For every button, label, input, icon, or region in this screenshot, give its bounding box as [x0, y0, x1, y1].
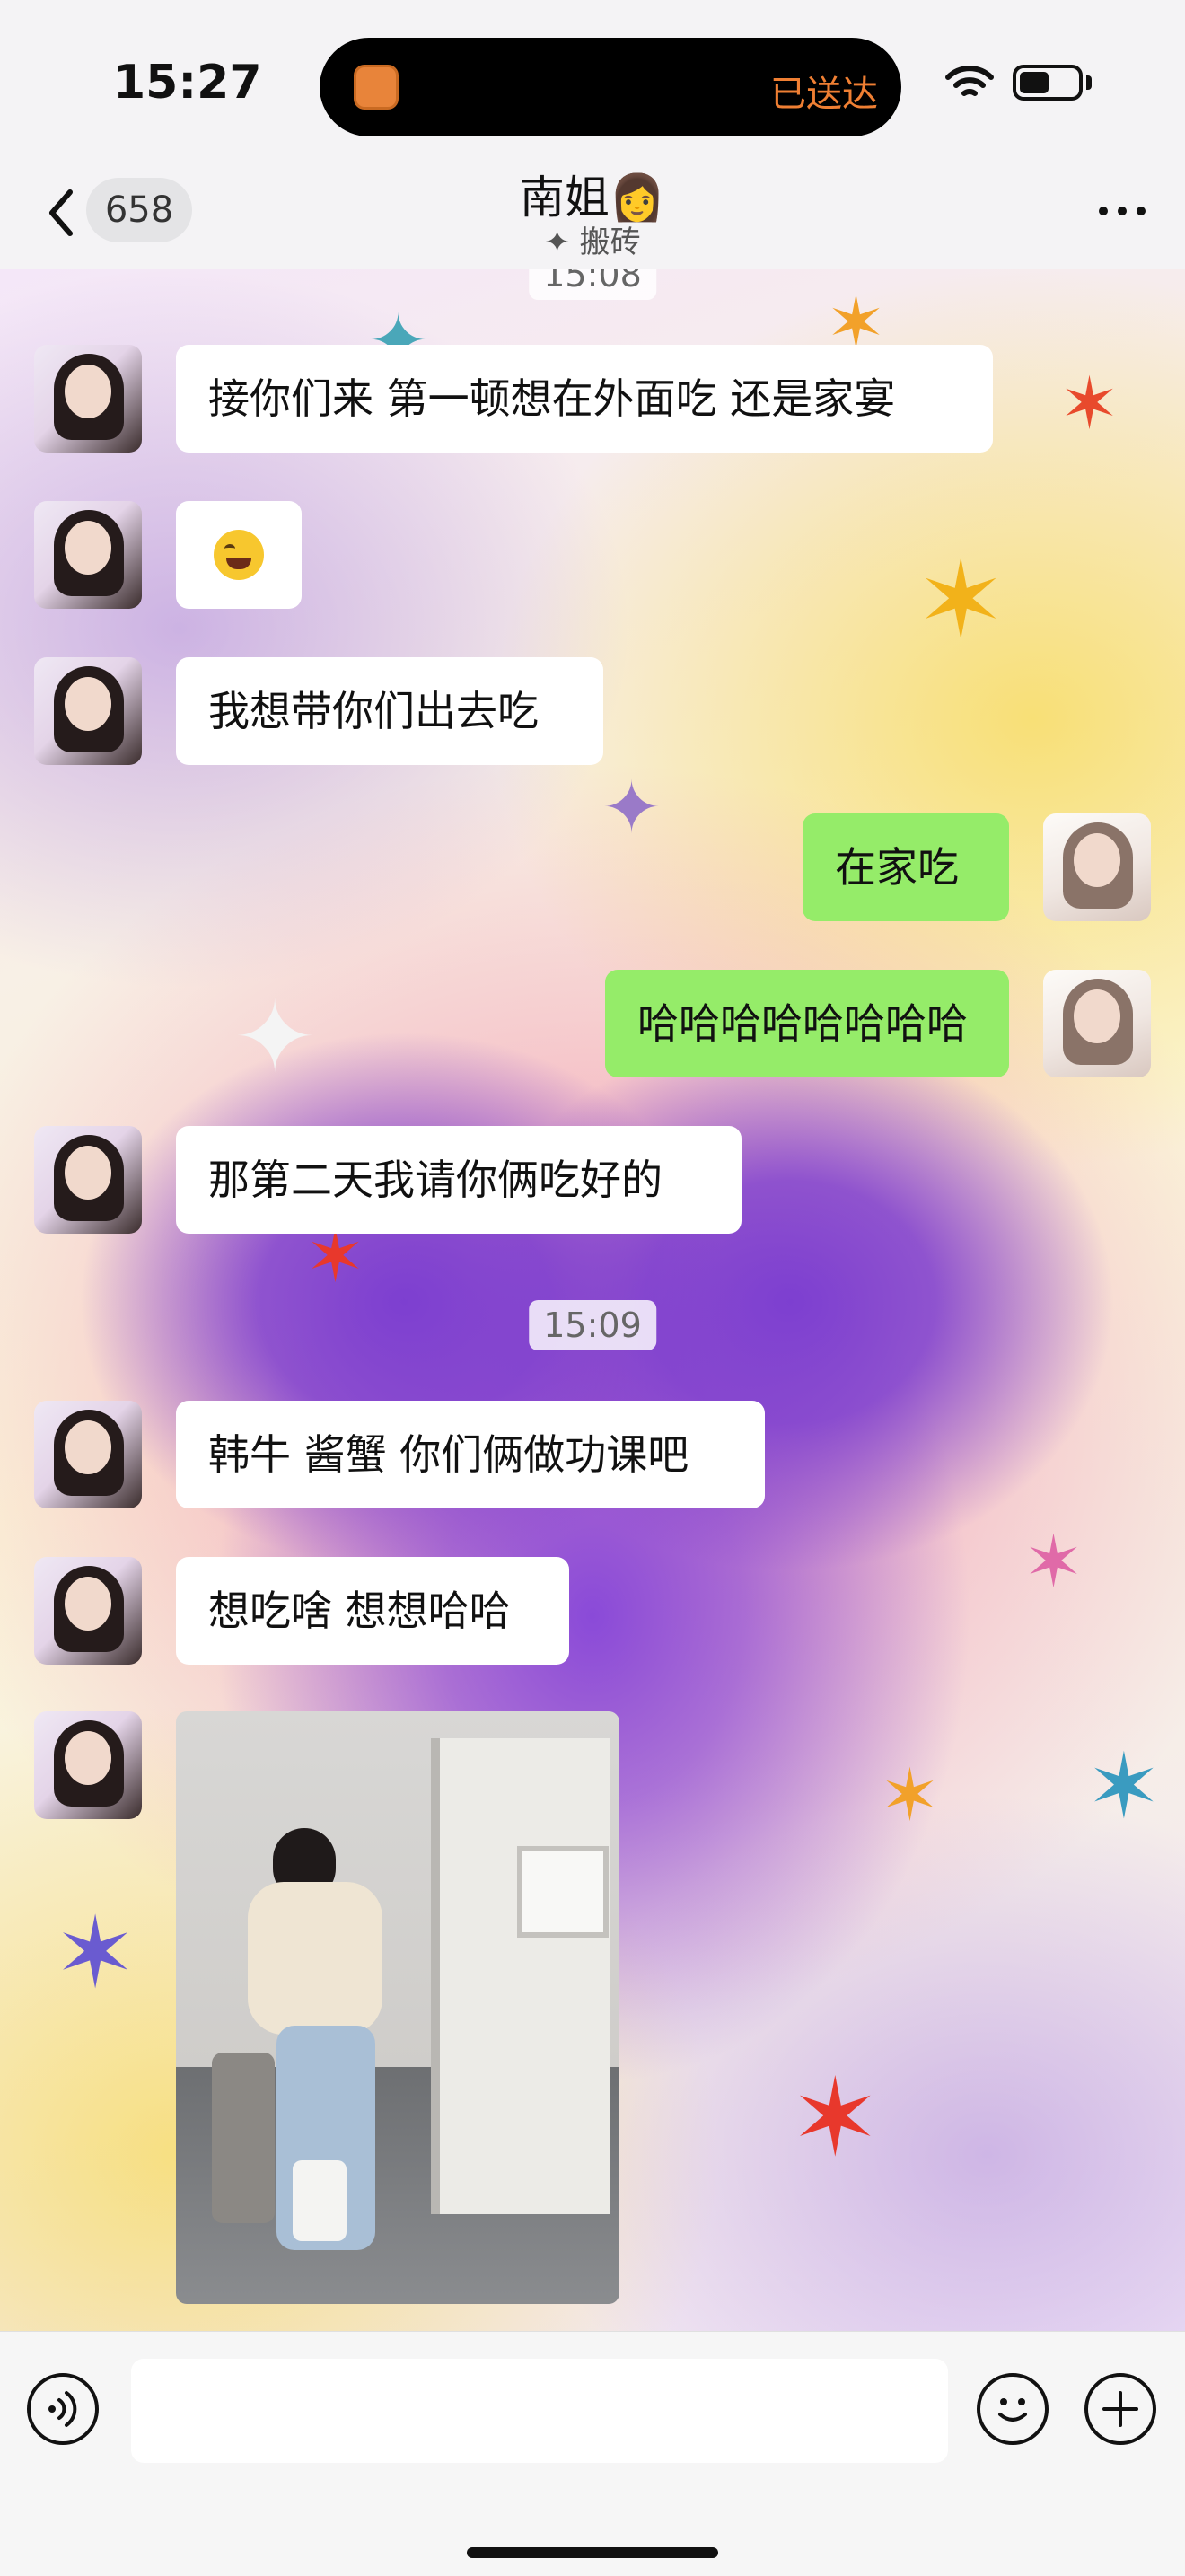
message-input-bar: [0, 2331, 1185, 2576]
outgoing-message-bubble[interactable]: 在家吃: [803, 813, 1009, 921]
more-actions-plus-button[interactable]: [1084, 2373, 1156, 2445]
app-icon: [354, 65, 399, 110]
home-indicator[interactable]: [467, 2547, 718, 2558]
star-decoration-icon: ✶: [916, 539, 1006, 664]
contact-avatar[interactable]: [34, 1557, 142, 1665]
incoming-message-bubble[interactable]: 接你们来 第一顿想在外面吃 还是家宴: [176, 345, 993, 453]
outgoing-message-bubble[interactable]: 哈哈哈哈哈哈哈哈: [605, 970, 1009, 1077]
status-runner-icon: ✦: [544, 224, 570, 260]
incoming-emoji-bubble[interactable]: [176, 501, 302, 609]
contact-avatar[interactable]: [34, 1711, 142, 1819]
incoming-message-bubble[interactable]: 我想带你们出去吃: [176, 657, 603, 765]
dynamic-island[interactable]: 已送达: [320, 38, 901, 136]
voice-input-button[interactable]: [27, 2373, 99, 2445]
star-decoration-icon: ✦: [233, 980, 317, 1095]
my-avatar[interactable]: [1043, 970, 1151, 1077]
contact-avatar[interactable]: [34, 657, 142, 765]
status-time: 15:27: [113, 56, 262, 110]
smiley-face-icon: [998, 2398, 1027, 2422]
wifi-icon: [945, 66, 994, 96]
chat-status-text: 搬砖: [579, 224, 641, 260]
status-bar: 15:27 已送达: [0, 0, 1185, 162]
star-decoration-icon: ✶: [1023, 1520, 1084, 1604]
plus-icon: [1102, 2391, 1138, 2427]
incoming-message-bubble[interactable]: 想吃啥 想想哈哈: [176, 1557, 569, 1665]
message-text-input[interactable]: [131, 2359, 948, 2463]
incoming-message-bubble[interactable]: 那第二天我请你俩吃好的: [176, 1126, 742, 1234]
contact-avatar[interactable]: [34, 345, 142, 453]
star-decoration-icon: ✶: [790, 2056, 881, 2181]
star-decoration-icon: ✶: [54, 1895, 137, 2010]
battery-cap: [1086, 75, 1092, 90]
chat-message-list[interactable]: ✦ ✶ ✶ ✶ ✦ ✦ ✶ ✶ ✶ ✶ ✶ ✶ 15:08 接你们来 第一顿想在…: [0, 269, 1185, 2331]
star-decoration-icon: ✶: [880, 1754, 941, 1837]
laughing-tears-emoji-icon: [214, 529, 264, 580]
message-timestamp: 15:09: [529, 1300, 656, 1350]
message-timestamp: 15:08: [529, 269, 656, 300]
incoming-message-bubble[interactable]: 韩牛 酱蟹 你们俩做功课吧: [176, 1401, 765, 1508]
battery-icon: [1013, 65, 1083, 101]
island-status-text: 已送达: [770, 74, 878, 115]
contact-avatar[interactable]: [34, 1126, 142, 1234]
star-decoration-icon: ✶: [1086, 1734, 1162, 1839]
star-decoration-icon: ✶: [1059, 362, 1120, 445]
chat-status: ✦ 搬砖: [0, 217, 1185, 261]
star-decoration-icon: ✦: [601, 766, 663, 849]
chat-header: 658 南姐👩 ✦ 搬砖: [0, 162, 1185, 269]
emoji-button[interactable]: [977, 2373, 1049, 2445]
more-options-button[interactable]: [1095, 192, 1149, 228]
voice-wave-icon: [48, 2391, 77, 2427]
incoming-photo-message[interactable]: [176, 1711, 619, 2304]
my-avatar[interactable]: [1043, 813, 1151, 921]
contact-avatar[interactable]: [34, 501, 142, 609]
contact-avatar[interactable]: [34, 1401, 142, 1508]
